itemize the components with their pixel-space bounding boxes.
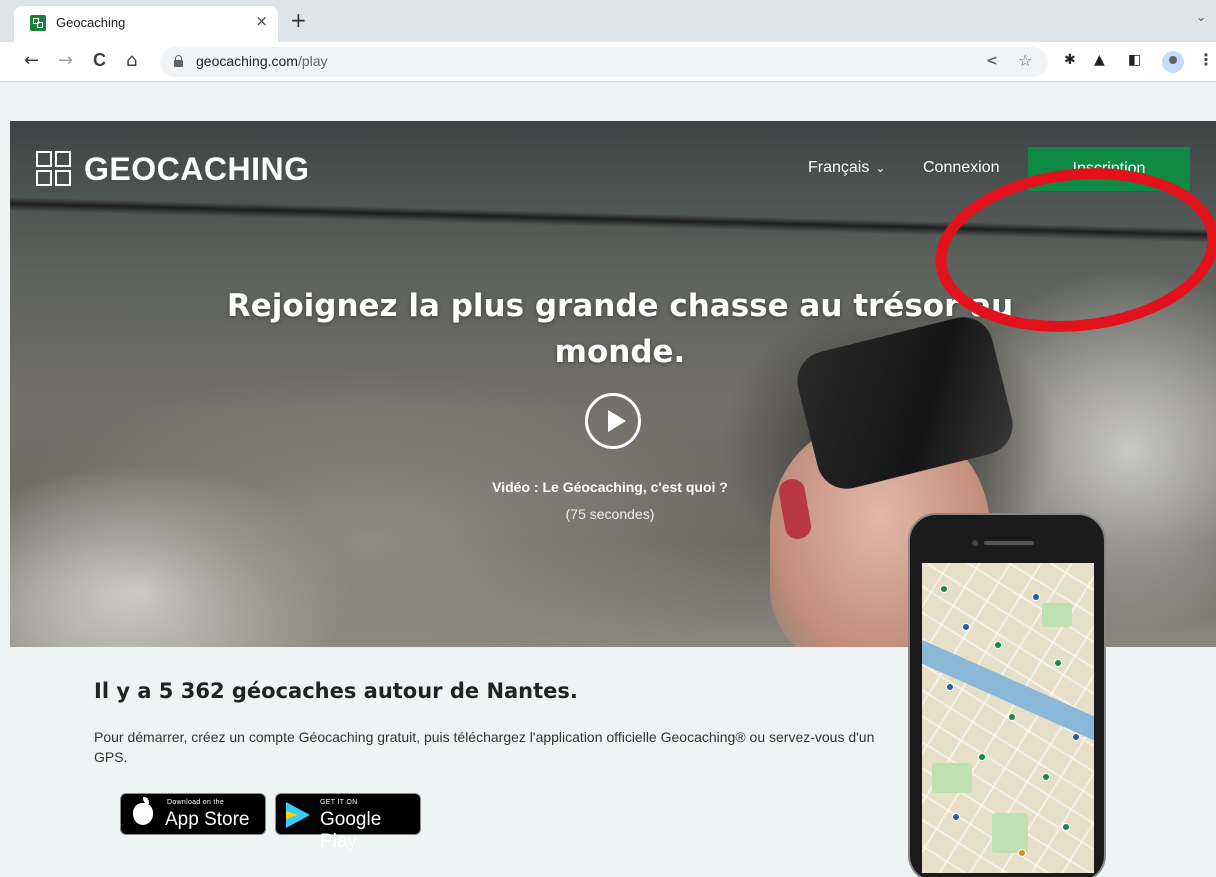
play-video-icon[interactable] — [585, 393, 641, 449]
browser-tabstrip: Geocaching × + ⌄ — [0, 0, 1216, 42]
new-tab-icon[interactable]: + — [290, 8, 307, 32]
share-icon[interactable]: < — [986, 53, 998, 69]
google-play-icon — [286, 802, 310, 828]
page-viewport: GEOCACHING Français ⌄ Connexion Inscripti… — [0, 83, 1216, 877]
map-pin — [978, 753, 986, 761]
language-label: Français — [808, 159, 870, 176]
hero-title: Rejoignez la plus grande chasse au tréso… — [226, 288, 1014, 370]
app-store-badge[interactable]: Download on the App Store — [120, 793, 266, 835]
phone-mockup-image — [908, 513, 1106, 877]
map-pin — [946, 683, 954, 691]
map-pin — [1042, 773, 1050, 781]
map-pin — [1018, 849, 1026, 857]
map-pin — [940, 585, 948, 593]
tab-title: Geocaching — [56, 15, 126, 30]
geocaching-logo-icon — [36, 151, 72, 187]
tab-search-icon[interactable]: ⌄ — [1196, 10, 1206, 24]
back-icon[interactable]: ← — [24, 50, 39, 71]
geocaching-favicon-icon — [30, 15, 46, 31]
reload-icon[interactable]: C — [93, 50, 106, 71]
phone-camera — [972, 540, 978, 546]
intro-paragraph: Pour démarrer, créez un compte Géocachin… — [94, 729, 875, 765]
video-label[interactable]: Vidéo : Le Géocaching, c'est quoi ? — [410, 479, 810, 495]
lab-flask-icon[interactable]: ▲ — [1094, 52, 1105, 68]
brand-wordmark: GEOCACHING — [84, 151, 310, 187]
apple-icon — [133, 797, 153, 825]
phone-speaker — [984, 541, 1034, 545]
map-pin — [1072, 733, 1080, 741]
side-panel-icon[interactable]: ◧ — [1128, 52, 1141, 68]
map-pin — [962, 623, 970, 631]
profile-avatar-icon[interactable] — [1162, 51, 1184, 73]
home-icon[interactable]: ⌂ — [126, 50, 137, 71]
chevron-down-icon: ⌄ — [875, 161, 886, 175]
bookmark-star-icon[interactable]: ☆ — [1018, 51, 1032, 70]
phone-map-screen — [922, 563, 1094, 873]
extensions-puzzle-icon[interactable]: ✱ — [1064, 52, 1076, 68]
map-pin — [1032, 593, 1040, 601]
map-pin — [994, 641, 1002, 649]
login-link[interactable]: Connexion — [923, 159, 1000, 177]
language-selector[interactable]: Français ⌄ — [808, 159, 885, 177]
map-pin — [1008, 713, 1016, 721]
tab-close-icon[interactable]: × — [255, 12, 268, 30]
lock-icon[interactable] — [174, 55, 183, 67]
url-text: geocaching.com/play — [196, 53, 328, 69]
forward-icon[interactable]: → — [58, 50, 73, 71]
menu-kebab-icon[interactable]: ⋮ — [1198, 50, 1214, 69]
video-duration: (75 secondes) — [565, 506, 655, 522]
map-pin — [1054, 659, 1062, 667]
browser-toolbar: ← → C ⌂ geocaching.com/play < ☆ ✱ ▲ ◧ ⋮ — [0, 42, 1216, 82]
map-river — [922, 637, 1094, 751]
geocache-count-heading: Il y a 5 362 géocaches autour de Nantes. — [94, 679, 578, 703]
map-pin — [1062, 823, 1070, 831]
google-play-badge[interactable]: GET IT ON Google Play — [275, 793, 421, 852]
browser-tab[interactable]: Geocaching × — [14, 6, 278, 42]
address-bar[interactable]: geocaching.com/play < ☆ — [160, 47, 1048, 77]
map-pin — [952, 813, 960, 821]
